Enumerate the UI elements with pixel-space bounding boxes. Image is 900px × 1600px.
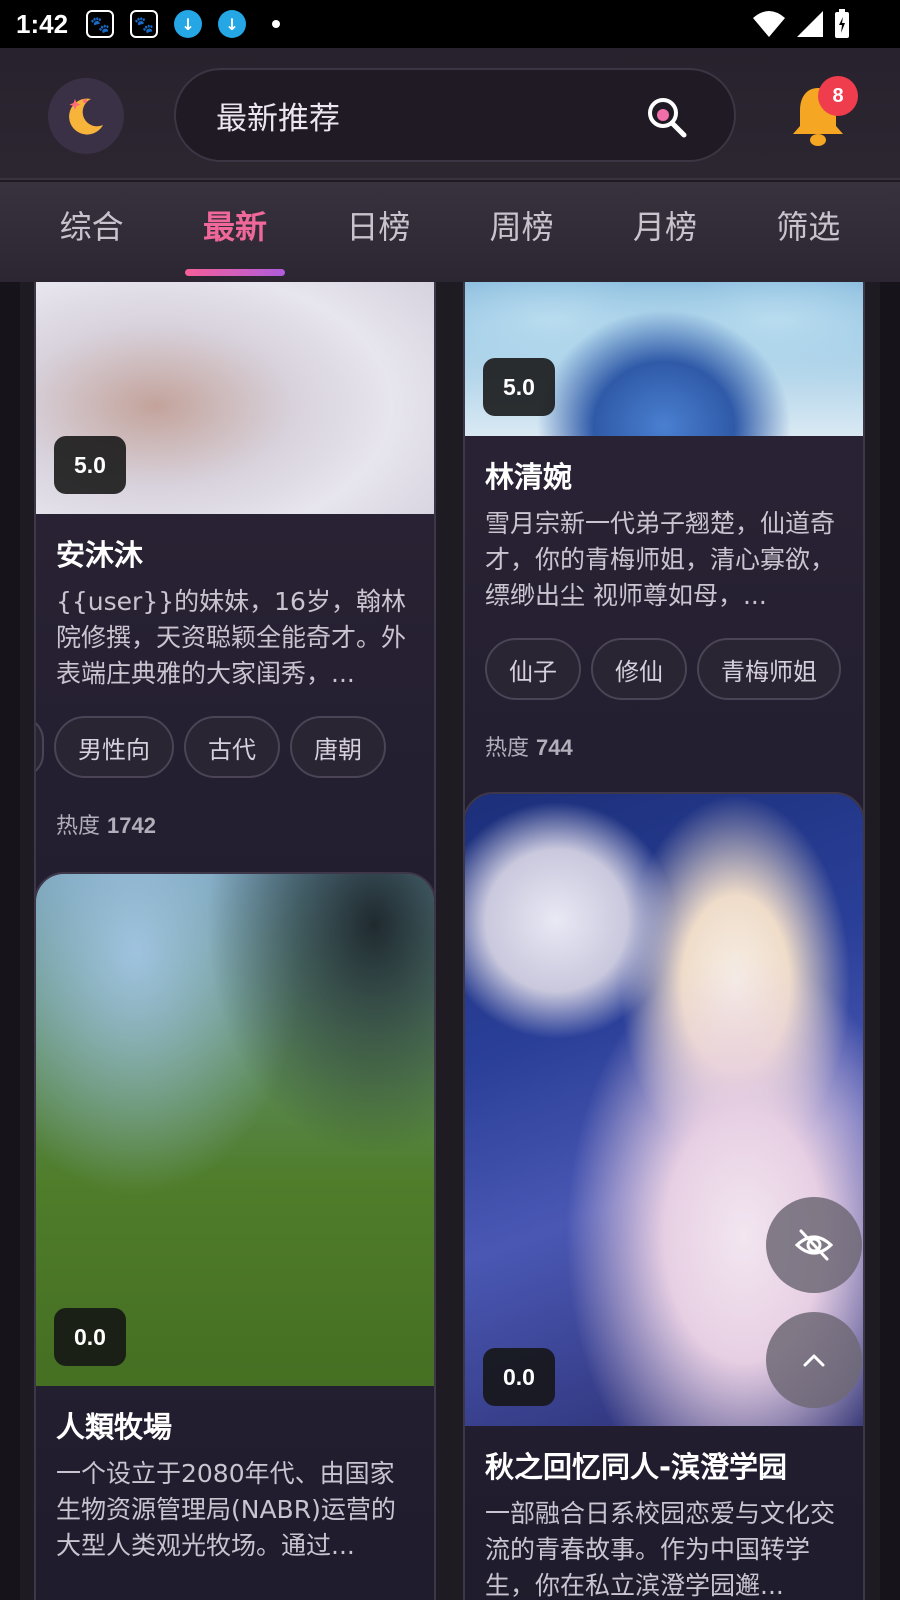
card-description: 雪月宗新一代弟子翘楚，仙道奇才，你的青梅师姐，清心寡欲，缥缈出尘 视师尊如母，.… bbox=[485, 509, 836, 610]
card-description: 一部融合日系校园恋爱与文化交流的青春故事。作为中国转学生，你在私立滨澄学园邂..… bbox=[485, 1499, 836, 1600]
tag-chip[interactable]: 青梅师姐 bbox=[697, 638, 841, 700]
heat-value: 744 bbox=[536, 735, 573, 760]
heat-value: 1742 bbox=[107, 813, 156, 838]
status-time: 1:42 bbox=[16, 8, 69, 39]
card-description: {{user}}的妹妹，16岁，翰林院修撰，天资聪颖全能奇才。外表端庄典雅的大家… bbox=[56, 587, 407, 688]
notification-badge: 8 bbox=[818, 76, 858, 116]
tag-chip[interactable]: 男性向 bbox=[54, 716, 174, 778]
baidu-icon: 🐾 bbox=[86, 10, 115, 38]
notification-dot-icon bbox=[272, 20, 281, 28]
wifi-icon bbox=[753, 11, 785, 37]
card-title: 安沐沐 bbox=[56, 538, 144, 572]
tag-list: 男性向 古代 唐朝 bbox=[36, 716, 414, 778]
search-text: 最新推荐 bbox=[216, 100, 340, 137]
tab-weekly[interactable]: 周榜 bbox=[450, 182, 593, 282]
feed-edge bbox=[0, 282, 20, 1600]
character-feed[interactable]: 5.0 安沐沐 {{user}}的妹妹，16岁，翰林院修撰，天资聪颖全能奇才。外… bbox=[0, 282, 900, 1600]
card-cover-image: 0.0 bbox=[36, 874, 434, 1386]
tag-chip[interactable]: 修仙 bbox=[591, 638, 687, 700]
character-card[interactable]: 0.0 秋之回忆同人-滨澄学园 一部融合日系校园恋爱与文化交流的青春故事。作为中… bbox=[463, 792, 865, 1600]
moon-icon bbox=[69, 98, 103, 135]
tab-filter[interactable]: 筛选 bbox=[737, 182, 880, 282]
status-bar: 1:42 🐾 🐾 ↓ ↓ bbox=[0, 0, 900, 48]
card-cover-image: 5.0 bbox=[465, 282, 863, 436]
heat-label: 热度 bbox=[56, 814, 101, 839]
card-cover-image: 5.0 bbox=[36, 282, 434, 514]
rating-badge: 5.0 bbox=[54, 436, 126, 494]
scroll-top-button[interactable] bbox=[766, 1312, 862, 1408]
heat-label: 热度 bbox=[485, 736, 530, 761]
tag-list: 仙子 修仙 青梅师姐 bbox=[485, 638, 843, 700]
chevron-up-icon bbox=[803, 1354, 825, 1367]
card-title: 林清婉 bbox=[485, 460, 573, 494]
card-description: 一个设立于2080年代、由国家生物资源管理局(NABR)运营的大型人类观光牧场。… bbox=[56, 1459, 396, 1560]
card-title: 人類牧場 bbox=[56, 1410, 173, 1444]
search-icon[interactable] bbox=[646, 96, 688, 138]
download-icon: ↓ bbox=[174, 10, 203, 38]
rating-badge: 5.0 bbox=[483, 358, 555, 416]
character-card[interactable]: 0.0 人類牧場 一个设立于2080年代、由国家生物资源管理局(NABR)运营的… bbox=[34, 872, 436, 1600]
category-tabs: 综合 最新 日榜 周榜 月榜 筛选 bbox=[0, 182, 900, 282]
tag-chip[interactable] bbox=[36, 716, 44, 778]
tab-comprehensive[interactable]: 综合 bbox=[20, 182, 163, 282]
eye-off-icon bbox=[794, 1229, 834, 1261]
tab-latest[interactable]: 最新 bbox=[163, 182, 306, 282]
search-bar[interactable]: 最新推荐 bbox=[174, 68, 736, 162]
app-header: 最新推荐 8 bbox=[0, 48, 900, 180]
hide-content-button[interactable] bbox=[766, 1197, 862, 1293]
rating-badge: 0.0 bbox=[483, 1348, 555, 1406]
tag-chip[interactable]: 古代 bbox=[184, 716, 280, 778]
download-icon: ↓ bbox=[218, 10, 247, 38]
tag-chip[interactable]: 唐朝 bbox=[290, 716, 386, 778]
feed-edge bbox=[880, 282, 900, 1600]
baidu-icon: 🐾 bbox=[130, 10, 159, 38]
signal-icon bbox=[797, 11, 823, 37]
heat-count: 热度 744 bbox=[485, 730, 843, 762]
rating-badge: 0.0 bbox=[54, 1308, 126, 1366]
card-title: 秋之回忆同人-滨澄学园 bbox=[485, 1450, 788, 1484]
tab-monthly[interactable]: 月榜 bbox=[593, 182, 736, 282]
tag-chip[interactable]: 仙子 bbox=[485, 638, 581, 700]
theme-toggle-button[interactable] bbox=[48, 78, 124, 154]
tab-daily[interactable]: 日榜 bbox=[307, 182, 450, 282]
heat-count: 热度 1742 bbox=[56, 808, 414, 840]
battery-icon bbox=[835, 9, 849, 38]
